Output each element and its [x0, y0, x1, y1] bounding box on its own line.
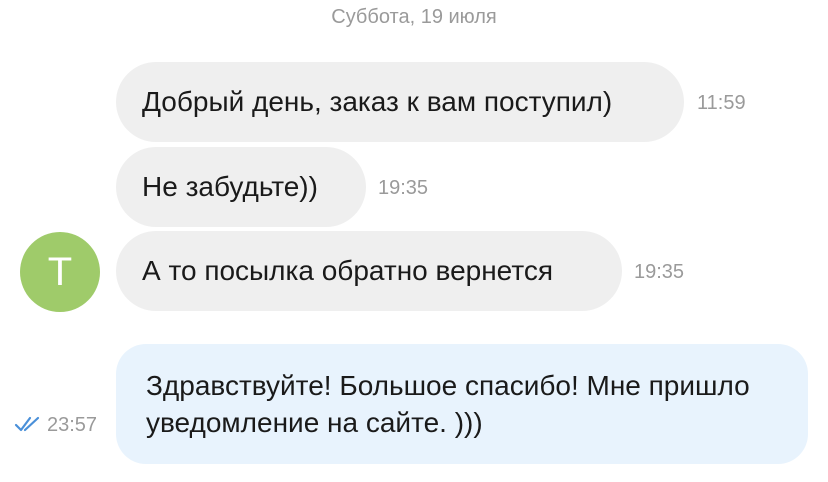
message-time: 19:35	[378, 177, 429, 199]
avatar[interactable]: Т	[20, 232, 100, 312]
message-text: Здравствуйте! Большое спасибо! Мне пришл…	[146, 370, 750, 438]
message-text: Не забудьте))	[142, 171, 318, 202]
message-text: Добрый день, заказ к вам поступил)	[142, 86, 613, 117]
avatar-letter: Т	[47, 249, 73, 294]
message-bubble[interactable]: Не забудьте))	[116, 147, 366, 227]
message-time: 19:35	[634, 261, 685, 283]
message-bubble[interactable]: Добрый день, заказ к вам поступил)	[116, 62, 684, 142]
message-time: 11:59	[697, 92, 746, 114]
message-bubble-outgoing[interactable]: Здравствуйте! Большое спасибо! Мне пришл…	[116, 344, 808, 464]
message-time: 23:57	[47, 414, 98, 436]
date-separator: Суббота, 19 июля	[331, 6, 497, 28]
double-check-icon	[14, 416, 40, 432]
message-text: А то посылка обратно вернется	[142, 255, 553, 286]
message-bubble[interactable]: А то посылка обратно вернется	[116, 231, 622, 311]
